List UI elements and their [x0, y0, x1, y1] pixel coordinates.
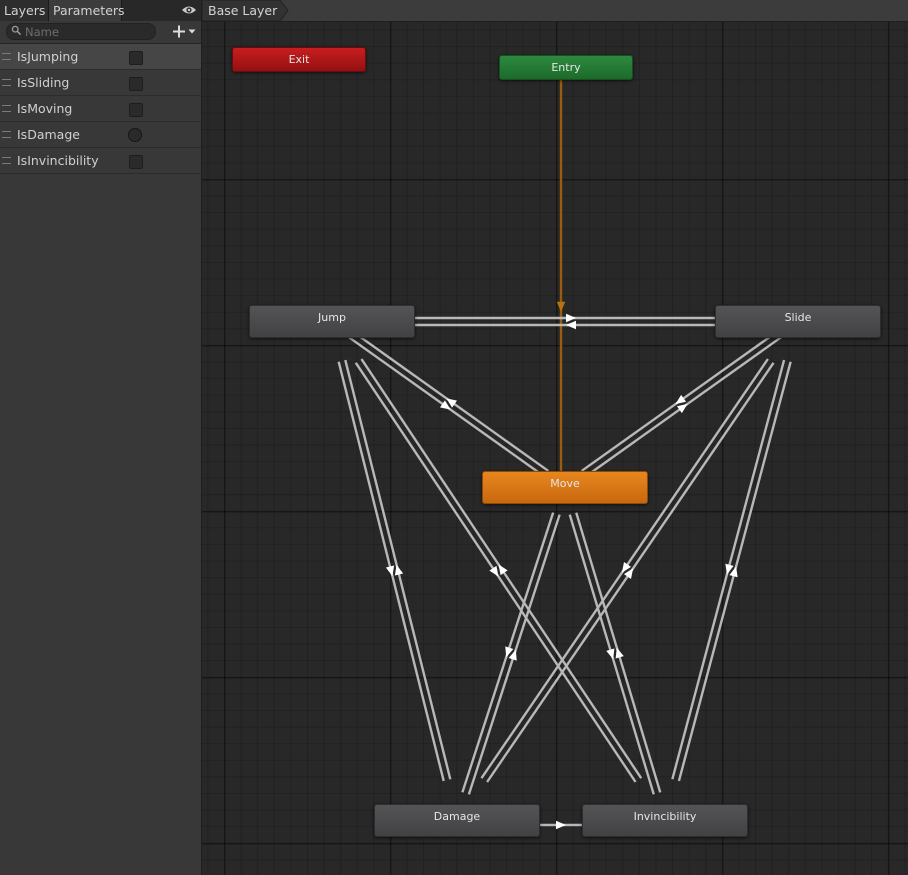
transition-arrowhead [566, 320, 576, 330]
plus-icon [173, 25, 185, 38]
state-machine-graph[interactable]: Exit Entry Jump Slide Move Damage Invinc… [202, 22, 908, 875]
transition-arrowhead [556, 301, 566, 312]
transition-jump-to-slide[interactable] [415, 313, 715, 323]
eye-icon[interactable] [181, 4, 197, 16]
drag-handle-icon[interactable] [2, 105, 11, 112]
parameter-name[interactable]: IsSliding [17, 75, 69, 90]
state-label-damage: Damage [433, 810, 481, 823]
state-label-slide: Slide [784, 311, 812, 324]
transition-entry-to-move[interactable] [556, 80, 566, 471]
transition-arrowhead [556, 820, 566, 830]
state-node-invincibility[interactable]: Invincibility [582, 804, 748, 837]
state-node-exit[interactable]: Exit [232, 47, 366, 72]
tab-parameters[interactable]: Parameters [49, 0, 125, 21]
parameter-row[interactable]: IsInvincibility [0, 148, 201, 174]
state-label-move: Move [550, 477, 580, 490]
search-field[interactable] [6, 23, 156, 40]
bool-checkbox[interactable] [129, 155, 143, 169]
state-label-jump: Jump [318, 311, 346, 324]
state-node-slide[interactable]: Slide [715, 305, 881, 338]
state-label-invincibility: Invincibility [633, 810, 697, 823]
transition-jump-to-move[interactable] [347, 336, 546, 478]
state-label-entry: Entry [551, 61, 581, 74]
add-parameter-button[interactable] [172, 23, 200, 40]
transition-invincibility-to-move[interactable] [575, 512, 662, 793]
bool-checkbox[interactable] [129, 77, 143, 91]
transition-arrowhead [606, 648, 615, 660]
parameter-name[interactable]: IsDamage [17, 127, 80, 142]
transition-invincibility-to-jump[interactable] [360, 358, 643, 779]
transition-jump-to-damage[interactable] [337, 361, 445, 782]
transition-damage-to-move[interactable] [467, 514, 561, 795]
parameter-name[interactable]: IsInvincibility [17, 153, 99, 168]
drag-handle-icon[interactable] [2, 53, 11, 60]
parameters-panel: Layers Parameters IsJumping IsSliding IsMo… [0, 0, 202, 875]
drag-handle-icon[interactable] [2, 131, 11, 138]
parameter-row[interactable]: IsSliding [0, 70, 201, 96]
transition-arrowhead [489, 565, 499, 577]
transition-move-to-slide[interactable] [584, 336, 783, 478]
state-node-damage[interactable]: Damage [374, 804, 540, 837]
breadcrumb-label: Base Layer [208, 3, 278, 18]
parameter-name[interactable]: IsJumping [17, 49, 78, 64]
transition-invincibility-to-slide[interactable] [677, 361, 792, 782]
parameter-search-row [0, 21, 201, 44]
tab-layers[interactable]: Layers [0, 0, 49, 21]
breadcrumb: Base Layer [202, 0, 908, 22]
bool-checkbox[interactable] [129, 103, 143, 117]
parameter-row[interactable]: IsMoving [0, 96, 201, 122]
transition-slide-to-invincibility[interactable] [671, 359, 786, 780]
panel-tab-bar: Layers Parameters [0, 0, 201, 22]
search-icon [11, 25, 22, 36]
drag-handle-icon[interactable] [2, 157, 11, 164]
transition-slide-to-jump[interactable] [415, 320, 715, 330]
state-node-entry[interactable]: Entry [499, 55, 633, 80]
transition-damage-to-jump[interactable] [344, 359, 452, 780]
transition-damage-to-invincibility[interactable] [540, 820, 582, 830]
bool-checkbox[interactable] [129, 51, 143, 65]
transition-slide-to-damage[interactable] [480, 358, 769, 779]
trigger-toggle[interactable] [128, 128, 142, 142]
transition-arrowhead [615, 647, 624, 659]
transition-arrowhead [566, 313, 576, 323]
state-node-move[interactable]: Move [482, 471, 648, 504]
chevron-down-icon [188, 29, 196, 34]
drag-handle-icon[interactable] [2, 79, 11, 86]
parameter-row[interactable]: IsJumping [0, 44, 201, 70]
search-input[interactable] [25, 24, 151, 39]
parameter-row[interactable]: IsDamage [0, 122, 201, 148]
transition-arrowhead [498, 564, 508, 576]
state-label-exit: Exit [288, 53, 310, 66]
transition-layer [337, 80, 792, 830]
state-node-jump[interactable]: Jump [249, 305, 415, 338]
parameter-name[interactable]: IsMoving [17, 101, 72, 116]
